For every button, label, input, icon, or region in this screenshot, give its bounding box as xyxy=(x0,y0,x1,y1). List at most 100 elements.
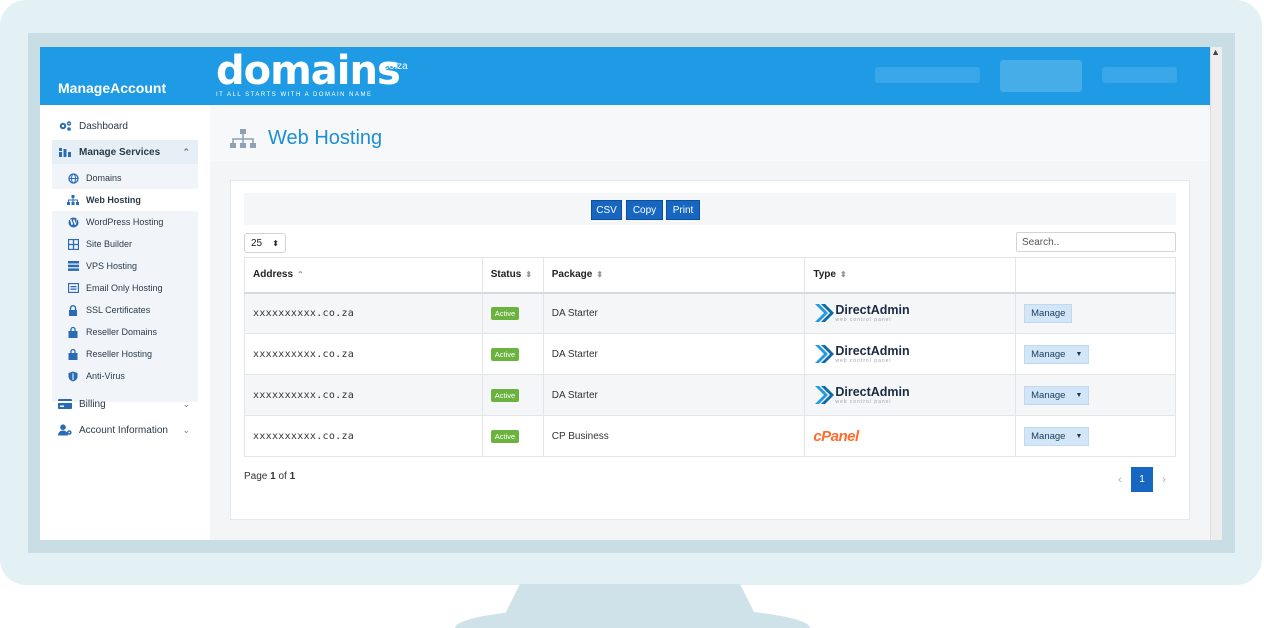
page-button[interactable]: 1 xyxy=(1131,467,1153,492)
directadmin-arrow-icon xyxy=(815,386,835,404)
wordpress-icon: W xyxy=(67,217,79,228)
sidebar-item-ssl-certificates[interactable]: SSL Certificates xyxy=(52,299,198,321)
cpanel-logo: cPanel xyxy=(813,427,859,445)
scroll-up-icon[interactable]: ▲ xyxy=(1211,47,1220,57)
column-header-package[interactable]: Package ⬍ xyxy=(542,257,806,294)
cell-type: cPanel xyxy=(804,415,1017,457)
sidebar-subitem-label: Reseller Domains xyxy=(86,327,158,337)
brand-name[interactable]: ManageAccount xyxy=(40,47,210,105)
sidebar-item-wordpress-hosting[interactable]: W WordPress Hosting xyxy=(52,211,198,233)
column-header-type[interactable]: Type ⬍ xyxy=(804,257,1017,294)
lock-icon xyxy=(67,304,79,316)
status-badge: Active xyxy=(490,388,520,402)
print-button[interactable]: Print xyxy=(666,200,700,220)
status-badge: Active xyxy=(490,429,520,443)
sidebar-item-domains[interactable]: Domains xyxy=(52,167,198,189)
cell-package: CP Business xyxy=(542,415,806,457)
bag-icon xyxy=(67,326,79,338)
hosting-table: Address ⌃ Status ⬍ Package ⬍ Type ⬍ xxxxxxxx… xyxy=(244,257,1176,457)
user-gear-icon xyxy=(58,424,72,436)
chevron-right-icon[interactable]: › xyxy=(1153,474,1175,486)
logo-wordmark: domains xyxy=(216,48,401,94)
sidebar-item-email-only-hosting[interactable]: Email Only Hosting xyxy=(52,277,198,299)
cell-address: xxxxxxxxxx.co.za xyxy=(244,333,483,375)
column-header-label: Address xyxy=(253,269,294,281)
directadmin-logo: DirectAdmin web control panel xyxy=(813,384,1015,406)
credit-card-icon xyxy=(58,398,72,410)
svg-text:W: W xyxy=(68,218,77,227)
column-header-actions xyxy=(1015,257,1176,294)
directadmin-logo: DirectAdmin web control panel xyxy=(813,343,1015,365)
sitemap-icon xyxy=(230,129,256,154)
total-pages: 1 xyxy=(289,471,296,482)
sidebar-item-label: Dashboard xyxy=(79,120,128,132)
sidebar-item-account-information[interactable]: Account Information ⌄ xyxy=(52,418,198,442)
status-badge: Active xyxy=(490,347,520,361)
export-toolbar: CSV Copy Print xyxy=(244,193,1176,225)
cell-actions: Manage ▼ xyxy=(1015,415,1176,457)
envelope-icon xyxy=(67,283,79,294)
sidebar-item-dashboard[interactable]: Dashboard xyxy=(52,114,198,138)
grid-icon xyxy=(67,238,79,250)
sidebar-item-web-hosting[interactable]: Web Hosting xyxy=(52,189,198,211)
chevron-up-icon: ⌃ xyxy=(182,146,190,157)
sidebar-item-anti-virus[interactable]: Anti-Virus xyxy=(52,365,198,387)
manage-dropdown-button[interactable]: Manage ▼ xyxy=(1024,426,1090,446)
top-bar: ManageAccount domains .co.za IT ALL STAR… xyxy=(40,47,1210,105)
cell-address: xxxxxxxxxx.co.za xyxy=(244,374,483,416)
sidebar-item-reseller-hosting[interactable]: Reseller Hosting xyxy=(52,343,198,365)
column-header-label: Status xyxy=(490,269,522,281)
directadmin-wordmark: DirectAdmin xyxy=(835,343,910,358)
sidebar-item-label: Account Information xyxy=(79,424,168,436)
globe-icon xyxy=(67,172,79,184)
csv-button[interactable]: CSV xyxy=(591,200,622,220)
page-header: Web Hosting xyxy=(210,105,1210,161)
sidebar-subitem-label: Site Builder xyxy=(86,239,133,249)
blurred-user-menu xyxy=(1102,67,1177,83)
caret-down-icon: ▼ xyxy=(1075,432,1083,440)
chevron-left-icon[interactable]: ‹ xyxy=(1109,474,1131,486)
shield-icon xyxy=(67,371,79,382)
sort-caret-icon: ⬍ xyxy=(272,238,279,248)
manage-dropdown-button[interactable]: Manage ▼ xyxy=(1024,385,1090,405)
directadmin-wordmark: DirectAdmin xyxy=(835,302,910,317)
sidebar-subitem-label: WordPress Hosting xyxy=(86,217,164,227)
column-header-label: Package xyxy=(551,269,593,281)
chevron-down-icon: ⌄ xyxy=(182,398,190,409)
sidebar-item-manage-services[interactable]: Manage Services ⌃ xyxy=(52,140,198,164)
sort-icon: ⬍ xyxy=(525,270,533,280)
page-title: Web Hosting xyxy=(268,127,383,149)
sidebar-subitem-label: Domains xyxy=(86,173,122,183)
sidebar-item-vps-hosting[interactable]: VPS Hosting xyxy=(52,255,198,277)
scrollbar[interactable]: ▲ xyxy=(1210,47,1222,540)
directadmin-arrow-icon xyxy=(815,345,835,363)
page-length-select[interactable]: 25 ⬍ xyxy=(244,233,286,253)
cell-status: Active xyxy=(481,415,544,457)
manage-button[interactable]: Manage xyxy=(1024,303,1073,323)
domains-logo[interactable]: domains .co.za IT ALL STARTS WITH A DOMA… xyxy=(216,48,408,98)
sidebar-item-site-builder[interactable]: Site Builder xyxy=(52,233,198,255)
chevron-down-icon: ⌄ xyxy=(182,424,190,435)
page-info-of: of xyxy=(275,471,290,482)
search-input[interactable] xyxy=(1016,232,1176,252)
gears-icon xyxy=(58,120,72,132)
sitemap-icon xyxy=(67,194,79,206)
sidebar-item-reseller-domains[interactable]: Reseller Domains xyxy=(52,321,198,343)
cell-actions: Manage xyxy=(1015,292,1176,334)
manage-button-label: Manage xyxy=(1031,430,1066,442)
sidebar-item-billing[interactable]: Billing ⌄ xyxy=(52,392,198,416)
column-header-address[interactable]: Address ⌃ xyxy=(244,257,483,294)
hosting-table-card: CSV Copy Print 25 ⬍ Address⌃ Status⬍ Pac… xyxy=(230,180,1190,520)
cell-address: xxxxxxxxxx.co.za xyxy=(244,415,483,457)
copy-button[interactable]: Copy xyxy=(626,200,663,220)
column-header-label: Type xyxy=(813,269,836,281)
column-header-status[interactable]: Status ⬍ xyxy=(481,257,544,294)
directadmin-arrow-icon xyxy=(815,304,835,323)
cell-package: DA Starter xyxy=(542,333,806,375)
status-badge: Active xyxy=(490,306,520,320)
sidebar-item-label: Manage Services xyxy=(79,146,161,158)
cell-actions: Manage ▼ xyxy=(1015,374,1176,416)
manage-dropdown-button[interactable]: Manage ▼ xyxy=(1024,344,1090,364)
cell-type: DirectAdmin web control panel xyxy=(804,333,1017,375)
table-row: xxxxxxxxxx.co.za Active DA Starter Direc… xyxy=(244,374,1176,416)
